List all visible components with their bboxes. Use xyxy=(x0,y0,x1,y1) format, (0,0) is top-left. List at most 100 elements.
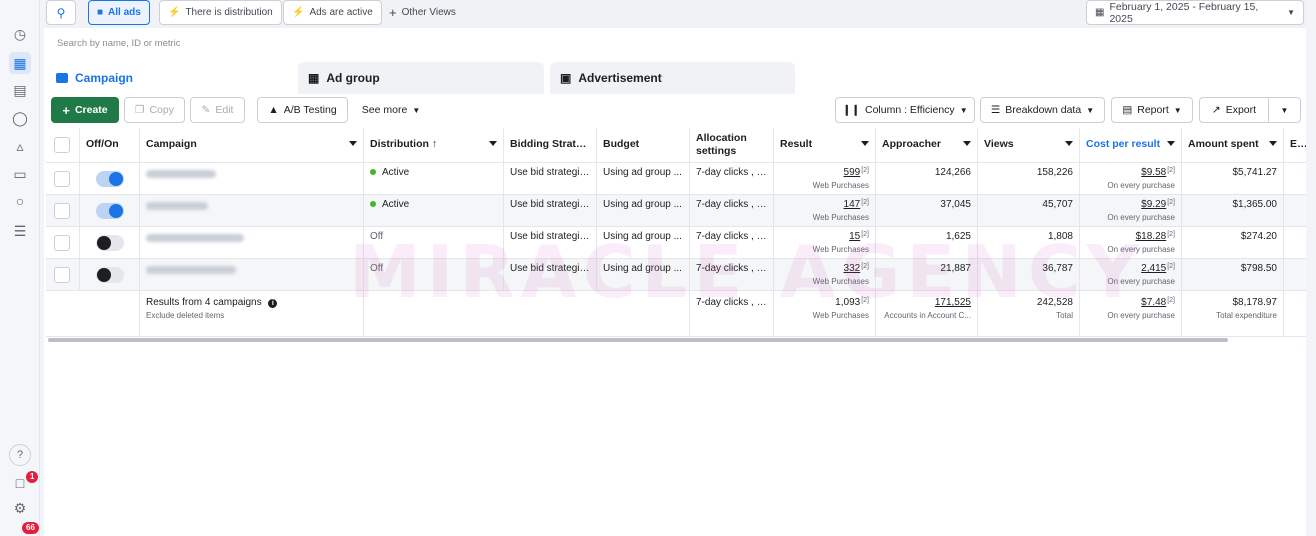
result-sup: [2] xyxy=(861,231,869,238)
cpr-sup: [2] xyxy=(1167,231,1175,238)
menu-icon[interactable]: ☰ xyxy=(9,220,31,242)
date-range-picker[interactable]: ▦ February 1, 2025 - February 15, 2025 ▼ xyxy=(1086,0,1304,25)
row-toggle-cell xyxy=(80,163,140,194)
campaign-name-cell[interactable] xyxy=(140,163,364,194)
header-approacher[interactable]: Approacher xyxy=(876,128,978,162)
distribution-cell: Active xyxy=(364,163,504,194)
create-button[interactable]: + Create xyxy=(51,97,119,123)
approacher-cell: 37,045 xyxy=(876,195,978,226)
totals-cpr-value: $7.48 xyxy=(1141,297,1167,308)
header-budget[interactable]: Budget xyxy=(597,128,690,162)
totals-cpr-sub: On every purchase xyxy=(1107,311,1175,320)
totals-cpr: $7.48[2] On every purchase xyxy=(1080,291,1182,336)
cpr-cell[interactable]: $9.58[2] On every purchase xyxy=(1080,163,1182,194)
result-sub: Web Purchases xyxy=(812,277,869,286)
header-result[interactable]: Result xyxy=(774,128,876,162)
header-cost-per-result[interactable]: Cost per result xyxy=(1080,128,1182,162)
table-row[interactable]: Active Use bid strategie... Using ad group… xyxy=(46,195,1306,227)
left-rail: ◷ ▦ ▤ ◯ ▵ ▭ ○ ☰ ? □ 1 ⚙ 66 xyxy=(0,0,40,536)
campaign-name-cell[interactable] xyxy=(140,195,364,226)
delivery-toggle[interactable] xyxy=(96,235,124,251)
other-views-button[interactable]: + Other Views xyxy=(380,0,465,25)
totals-spacer xyxy=(364,291,690,336)
totals-spent-sub: Total expenditure xyxy=(1216,311,1277,320)
search-toggle-button[interactable]: ⚲ xyxy=(46,0,76,25)
result-cell[interactable]: 332[2] Web Purchases xyxy=(774,259,876,290)
dashboard-icon[interactable]: ◷ xyxy=(9,23,31,45)
audiences-icon[interactable]: ◯ xyxy=(9,107,31,129)
pages-icon[interactable]: ▤ xyxy=(9,79,31,101)
table-row[interactable]: Active Use bid strategie... Using ad group… xyxy=(46,163,1306,195)
end-cell xyxy=(1284,259,1306,290)
result-cell[interactable]: 599[2] Web Purchases xyxy=(774,163,876,194)
header-amount-spent[interactable]: Amount spent xyxy=(1182,128,1284,162)
tab-campaign[interactable]: Campaign xyxy=(46,62,291,94)
tab-ad-group[interactable]: ▦ Ad group xyxy=(298,62,544,94)
delivery-toggle[interactable] xyxy=(96,171,124,187)
row-checkbox[interactable] xyxy=(54,235,70,251)
cpr-cell[interactable]: $9.29[2] On every purchase xyxy=(1080,195,1182,226)
totals-views-sub: Total xyxy=(1056,311,1073,320)
search-input[interactable]: Search by name, ID or metric xyxy=(46,31,1304,57)
end-cell xyxy=(1284,163,1306,194)
totals-allocation: 7-day clicks , 1... xyxy=(690,291,774,336)
edit-button[interactable]: ✎ Edit xyxy=(190,97,245,123)
approacher-cell: 1,625 xyxy=(876,227,978,258)
all-ads-view-chip[interactable]: ■ All ads xyxy=(88,0,150,25)
distribution-view-chip[interactable]: ⚡ There is distribution xyxy=(159,0,282,25)
header-end[interactable]: En xyxy=(1284,128,1306,162)
ads-manager-table-icon[interactable]: ▦ xyxy=(9,52,31,74)
see-more-label: See more xyxy=(361,104,408,116)
table-row[interactable]: Off Use bid strategie... Using ad group ..… xyxy=(46,259,1306,291)
row-toggle-cell xyxy=(80,195,140,226)
result-cell[interactable]: 15[2] Web Purchases xyxy=(774,227,876,258)
see-more-button[interactable]: See more ▼ xyxy=(356,97,426,123)
breakdown-button[interactable]: ☰ Breakdown data ▼ xyxy=(980,97,1105,123)
header-views[interactable]: Views xyxy=(978,128,1080,162)
result-sup: [2] xyxy=(861,167,869,174)
export-options-button[interactable]: ▼ xyxy=(1268,97,1301,123)
row-checkbox[interactable] xyxy=(54,203,70,219)
cpr-cell[interactable]: $18.28[2] On every purchase xyxy=(1080,227,1182,258)
info-icon[interactable]: i xyxy=(268,299,278,308)
copy-label: Copy xyxy=(149,104,174,116)
delivery-toggle[interactable] xyxy=(96,267,124,283)
report-button[interactable]: ▤ Report ▼ xyxy=(1111,97,1193,123)
billing-card-icon[interactable]: ▭ xyxy=(9,163,31,185)
header-bidding[interactable]: Bidding Strategy xyxy=(504,128,597,162)
tab-advertisement[interactable]: ▣ Advertisement xyxy=(550,62,795,94)
row-checkbox[interactable] xyxy=(54,267,70,283)
delivery-toggle[interactable] xyxy=(96,203,124,219)
cpr-cell[interactable]: 2,415[2] On every purchase xyxy=(1080,259,1182,290)
help-icon[interactable]: ? xyxy=(9,444,31,466)
table-row[interactable]: Off Use bid strategie... Using ad group ..… xyxy=(46,227,1306,259)
header-onoff[interactable]: Off/On xyxy=(80,128,140,162)
calendar-icon: ▦ xyxy=(1095,7,1105,18)
active-ads-view-chip[interactable]: ⚡ Ads are active xyxy=(283,0,382,25)
ab-testing-button[interactable]: ▲ A/B Testing xyxy=(257,97,348,123)
report-label: Report xyxy=(1137,104,1169,116)
select-all-checkbox[interactable] xyxy=(54,137,70,153)
flask-icon: ▲ xyxy=(268,104,279,116)
horizontal-scrollbar[interactable] xyxy=(48,338,1228,342)
header-distribution[interactable]: Distribution ↑ xyxy=(364,128,504,162)
people-icon[interactable]: ○ xyxy=(9,190,31,212)
totals-spacer xyxy=(80,291,140,336)
row-checkbox[interactable] xyxy=(54,171,70,187)
bidding-cell: Use bid strategie... xyxy=(504,227,597,258)
distribution-value: Off xyxy=(370,263,384,274)
distribution-cell: Off xyxy=(364,259,504,290)
columns-button[interactable]: ❙❙ Column : Efficiency ▼ xyxy=(835,97,975,123)
sort-caret-icon xyxy=(349,141,357,146)
megaphone-icon[interactable]: ▵ xyxy=(9,135,31,157)
result-cell[interactable]: 147[2] Web Purchases xyxy=(774,195,876,226)
export-button[interactable]: ↗ Export xyxy=(1199,97,1269,123)
header-allocation[interactable]: Allocation settings xyxy=(690,128,774,162)
settings-gear-icon[interactable]: ⚙ xyxy=(9,497,31,519)
campaign-name-cell[interactable] xyxy=(140,227,364,258)
copy-button[interactable]: ❐ Copy xyxy=(124,97,185,123)
ads-manager-main: ⚲ ■ All ads ⚡ There is distribution ⚡ Ad… xyxy=(44,0,1306,536)
cpr-sub: On every purchase xyxy=(1107,245,1175,254)
campaign-name-cell[interactable] xyxy=(140,259,364,290)
header-campaign[interactable]: Campaign xyxy=(140,128,364,162)
